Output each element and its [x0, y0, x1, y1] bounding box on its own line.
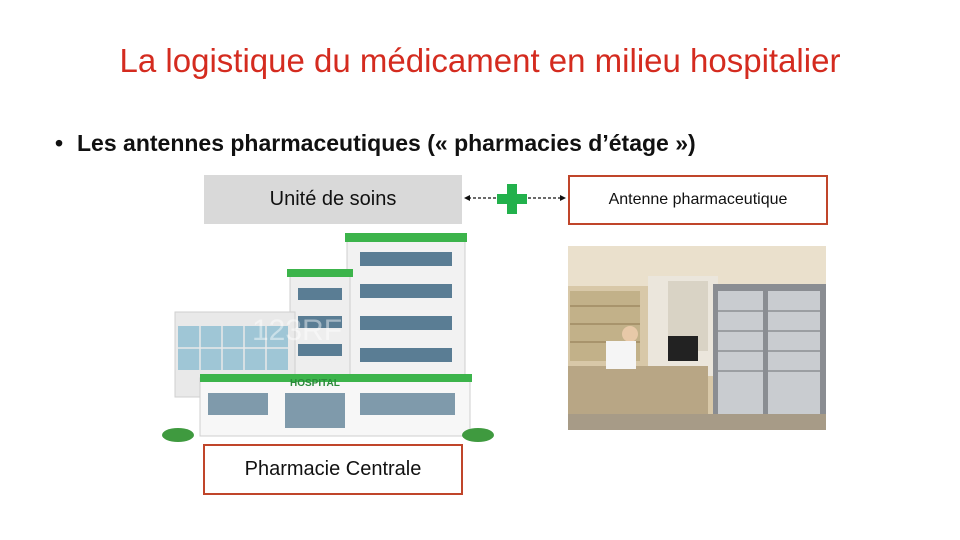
arrow-left-icon: [464, 195, 500, 201]
bullet-dot-icon: •: [55, 130, 64, 156]
antenne-pharmaceutique-box: Antenne pharmaceutique: [568, 175, 828, 225]
bullet-text: Les antennes pharmaceutiques (« pharmaci…: [77, 130, 696, 156]
pharmacie-centrale-box: Pharmacie Centrale: [203, 444, 463, 495]
hospital-building-illustration: HOSPITAL 123RF: [162, 233, 494, 442]
arrow-right-icon: [528, 195, 566, 201]
bullet-item: • Les antennes pharmaceutiques (« pharmac…: [55, 130, 696, 157]
pharmacy-room-photo: [568, 246, 826, 430]
green-plus-cross-icon: [497, 184, 527, 214]
hospital-sign: HOSPITAL: [290, 378, 340, 389]
bidirectional-connector: [464, 184, 566, 214]
pharmacie-centrale-label: Pharmacie Centrale: [244, 458, 422, 480]
slide-title: La logistique du médicament en milieu ho…: [119, 42, 841, 79]
watermark: 123RF: [252, 314, 342, 347]
unite-de-soins-box: Unité de soins: [204, 175, 462, 224]
antenne-pharmaceutique-label: Antenne pharmaceutique: [608, 191, 788, 208]
unite-de-soins-label: Unité de soins: [269, 188, 397, 210]
